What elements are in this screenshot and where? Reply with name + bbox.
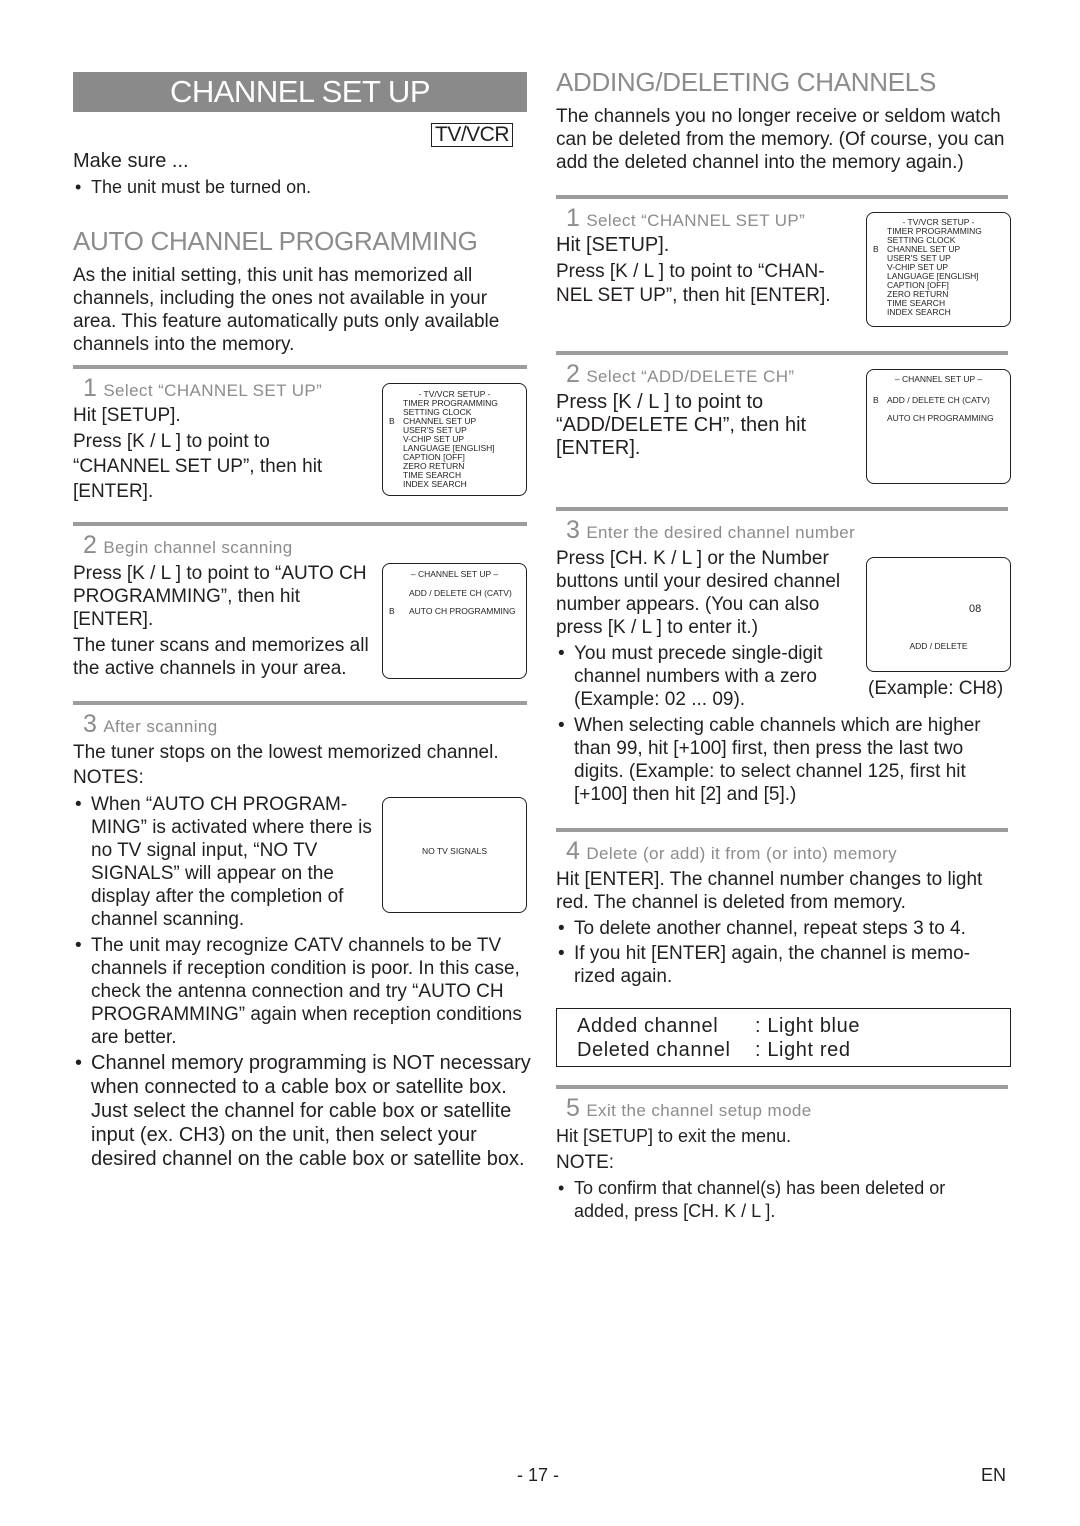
menu-item-selected: B AUTO CH PROGRAMMING	[389, 606, 516, 616]
step-title: Select “CHANNEL SET UP”	[586, 211, 806, 230]
adddel-step-2-line-1: Press [K / L ] to point to “ADD/DELETE C…	[556, 391, 807, 459]
tv-vcr-badge: TV/VCR	[431, 123, 514, 147]
example-caption: (Example: CH8)	[868, 678, 1004, 699]
adddel-step-5-heading: 5 Exit the channel setup mode	[566, 1094, 812, 1122]
cursor-icon: B	[873, 244, 879, 254]
auto-step-2-line-2: The tuner scans and memorizes all the ac…	[73, 635, 369, 679]
divider	[556, 351, 1008, 355]
no-signal-text: NO TV SIGNALS	[421, 846, 488, 856]
auto-step-3-line-1: The tuner stops on the lowest memorized …	[73, 742, 499, 763]
legend-row-deleted: Deleted channel : Light red	[577, 1038, 990, 1062]
step-number: 5	[566, 1094, 581, 1122]
adddel-step-4-line-1: Hit [ENTER]. The channel number changes …	[556, 869, 983, 913]
note-item: The unit may recognize CATV channels to …	[73, 934, 531, 1049]
step-number: 1	[83, 374, 98, 402]
step-title: Select “CHANNEL SET UP”	[103, 381, 323, 400]
cursor-icon: B	[873, 395, 879, 405]
step-number: 1	[566, 204, 581, 232]
make-sure-heading: Make sure ...	[73, 150, 189, 172]
step-number: 2	[566, 360, 581, 388]
page-number: - 17 -	[517, 1465, 560, 1485]
step-title: Enter the desired channel number	[586, 523, 856, 542]
adddel-step-3-line-1: Press [CH. K / L ] or the Number buttons…	[556, 548, 841, 638]
step-title: Begin channel scanning	[103, 538, 293, 557]
bullet-item: To confirm that channel(s) has been dele…	[556, 1177, 986, 1223]
adddel-step-4-bullets: To delete another channel, repeat steps …	[556, 917, 996, 988]
color-legend: Added channel : Light blue Deleted chann…	[556, 1008, 1011, 1067]
auto-step-1-line-2: Press [K / L ] to point to “CHANNEL SET …	[73, 431, 323, 502]
adddel-step-1-line-2: Press [K / L ] to point to “CHAN-NEL SET…	[556, 261, 831, 306]
auto-step-2-heading: 2 Begin channel scanning	[83, 531, 293, 559]
divider	[556, 1085, 1008, 1089]
add-delete-label: ADD / DELETE	[909, 641, 968, 651]
step-title: Select “ADD/DELETE CH”	[586, 367, 795, 386]
legend-label: Added channel	[577, 1015, 719, 1037]
divider	[556, 828, 1008, 832]
notes-list-rest: The unit may recognize CATV channels to …	[73, 934, 531, 1171]
divider	[73, 701, 527, 705]
note-item: When “AUTO CH PROGRAM-MING” is activated…	[73, 793, 373, 931]
step-title: Exit the channel setup mode	[586, 1101, 812, 1120]
bullet-item: You must precede single-digit channel nu…	[556, 642, 846, 711]
adddel-step-5-line-1: Hit [SETUP] to exit the menu.	[556, 1126, 792, 1146]
legend-row-added: Added channel : Light blue	[577, 1014, 990, 1038]
screen-title: – CHANNEL SET UP –	[894, 374, 983, 384]
add-delete-screen: 08 ADD / DELETE	[866, 557, 1011, 672]
step-number: 3	[83, 710, 98, 738]
bullet-item: If you hit [ENTER] again, the channel is…	[556, 942, 996, 988]
divider	[556, 507, 1008, 511]
adddel-intro: The channels you no longer receive or se…	[556, 106, 1005, 173]
screen-title: – CHANNEL SET UP –	[410, 569, 499, 579]
adddel-step-1-line-1: Hit [SETUP].	[556, 234, 670, 256]
tvvcr-setup-screen: - TV/VCR SETUP - TIMER PROGRAMMING SETTI…	[382, 383, 527, 496]
no-signal-screen: NO TV SIGNALS	[382, 797, 527, 913]
auto-step-2-line-1: Press [K / L ] to point to “AUTO CH PROG…	[73, 563, 367, 630]
language-code: EN	[981, 1465, 1007, 1485]
adddel-section-heading: ADDING/DELETING CHANNELS	[556, 67, 936, 97]
divider	[73, 365, 527, 369]
cursor-icon: B	[389, 606, 395, 616]
notes-heading: NOTES:	[73, 767, 144, 788]
channel-setup-screen: – CHANNEL SET UP – ADD / DELETE CH (CATV…	[382, 563, 527, 679]
notes-list-first: When “AUTO CH PROGRAM-MING” is activated…	[73, 793, 373, 931]
auto-step-1-line-1: Hit [SETUP].	[73, 405, 181, 426]
tvvcr-setup-screen: - TV/VCR SETUP - TIMER PROGRAMMING SETTI…	[866, 212, 1011, 327]
channel-number: 08	[969, 603, 982, 615]
note-item: Channel memory programming is NOT necess…	[73, 1051, 531, 1171]
menu-item-selected: B ADD / DELETE CH (CATV)	[873, 395, 990, 405]
adddel-step-5-bullets: To confirm that channel(s) has been dele…	[556, 1177, 986, 1223]
auto-step-1-heading: 1 Select “CHANNEL SET UP”	[83, 374, 323, 402]
legend-value: : Light red	[755, 1039, 851, 1061]
adddel-step-3-heading: 3 Enter the desired channel number	[566, 516, 856, 544]
page-title: CHANNEL SET UP	[73, 72, 527, 112]
divider	[556, 195, 1008, 199]
adddel-step-2-heading: 2 Select “ADD/DELETE CH”	[566, 360, 795, 388]
adddel-step-4-heading: 4 Delete (or add) it from (or into) memor…	[566, 837, 898, 865]
menu-item: ADD / DELETE CH (CATV)	[409, 588, 512, 598]
step-number: 4	[566, 837, 581, 865]
make-sure-list: The unit must be turned on.	[73, 176, 533, 199]
step-title: After scanning	[103, 717, 218, 736]
auto-section-heading: AUTO CHANNEL PROGRAMMING	[73, 226, 478, 256]
step-number: 2	[83, 531, 98, 559]
note-heading: NOTE:	[556, 1152, 615, 1173]
menu-item: AUTO CH PROGRAMMING	[887, 413, 994, 423]
divider	[73, 522, 527, 526]
adddel-step-3-bullet-first: You must precede single-digit channel nu…	[556, 642, 846, 711]
step-title: Delete (or add) it from (or into) memory	[586, 844, 898, 863]
channel-setup-screen: – CHANNEL SET UP – B ADD / DELETE CH (CAT…	[866, 369, 1011, 484]
legend-value: : Light blue	[755, 1015, 861, 1037]
legend-label: Deleted channel	[577, 1039, 731, 1061]
menu-item: INDEX SEARCH	[403, 479, 467, 489]
adddel-step-1-heading: 1 Select “CHANNEL SET UP”	[566, 204, 806, 232]
make-sure-item: The unit must be turned on.	[73, 176, 533, 199]
bullet-item: When selecting cable channels which are …	[556, 714, 996, 806]
auto-step-3-heading: 3 After scanning	[83, 710, 218, 738]
bullet-item: To delete another channel, repeat steps …	[556, 917, 996, 940]
menu-item: INDEX SEARCH	[887, 307, 951, 317]
step-number: 3	[566, 516, 581, 544]
auto-intro: As the initial setting, this unit has me…	[73, 265, 500, 355]
cursor-icon: B	[389, 416, 395, 426]
adddel-step-3-bullet-second: When selecting cable channels which are …	[556, 714, 996, 806]
